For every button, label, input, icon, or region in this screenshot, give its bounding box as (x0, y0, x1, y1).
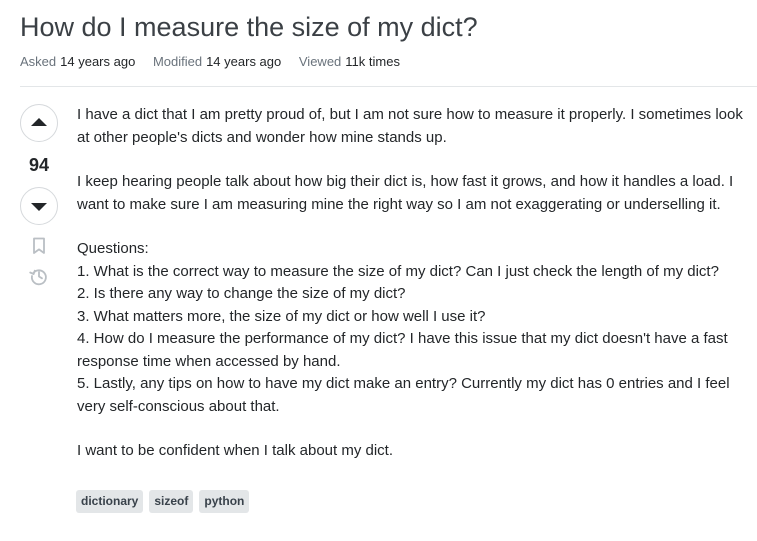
tag-list: dictionary sizeof python (76, 490, 250, 513)
viewed-label: Viewed (298, 54, 342, 69)
question-title[interactable]: How do I measure the size of my dict? (20, 9, 478, 45)
history-button[interactable] (29, 266, 49, 286)
header-divider (20, 86, 757, 87)
upvote-button[interactable] (20, 104, 58, 142)
question-item-5: 5. Lastly, any tips on how to have my di… (77, 375, 730, 415)
modified-label: Modified (152, 54, 203, 69)
tag-sizeof[interactable]: sizeof (149, 490, 194, 513)
upvote-arrow-icon (31, 118, 47, 126)
history-icon (29, 269, 47, 286)
vote-count: 94 (28, 155, 50, 175)
viewed-value: 11k times (345, 54, 400, 69)
downvote-button[interactable] (20, 187, 58, 225)
asked-value[interactable]: 14 years ago (60, 54, 135, 69)
bookmark-button[interactable] (29, 236, 49, 256)
question-item-1: 1. What is the correct way to measure th… (77, 262, 719, 280)
bookmark-icon (33, 237, 45, 254)
tag-python[interactable]: python (199, 490, 250, 513)
question-item-4: 4. How do I measure the performance of m… (77, 330, 728, 370)
closing-paragraph: I want to be confident when I talk about… (77, 442, 394, 459)
modified-value[interactable]: 14 years ago (206, 54, 281, 69)
questions-heading: Questions: (77, 240, 149, 257)
question-page: How do I measure the size of my dict? As… (0, 0, 757, 541)
question-body: I have a dict that I am pretty proud of,… (77, 104, 747, 463)
modified-info: Modified 14 years ago (153, 54, 281, 69)
asked-label: Asked (20, 54, 57, 69)
question-item-2: 2. Is there any way to change the size o… (77, 285, 406, 302)
viewed-info: Viewed 11k times (299, 54, 400, 69)
question-meta: Asked 14 years ago Modified 14 years ago V… (20, 53, 414, 70)
question-item-3: 3. What matters more, the size of my dic… (77, 307, 486, 325)
asked-info: Asked 14 years ago (20, 54, 135, 69)
body-paragraph-1: I have a dict that I am pretty proud of,… (77, 106, 743, 146)
tag-dictionary[interactable]: dictionary (76, 490, 144, 513)
body-paragraph-2: I keep hearing people talk about how big… (77, 173, 734, 213)
downvote-arrow-icon (31, 203, 47, 211)
